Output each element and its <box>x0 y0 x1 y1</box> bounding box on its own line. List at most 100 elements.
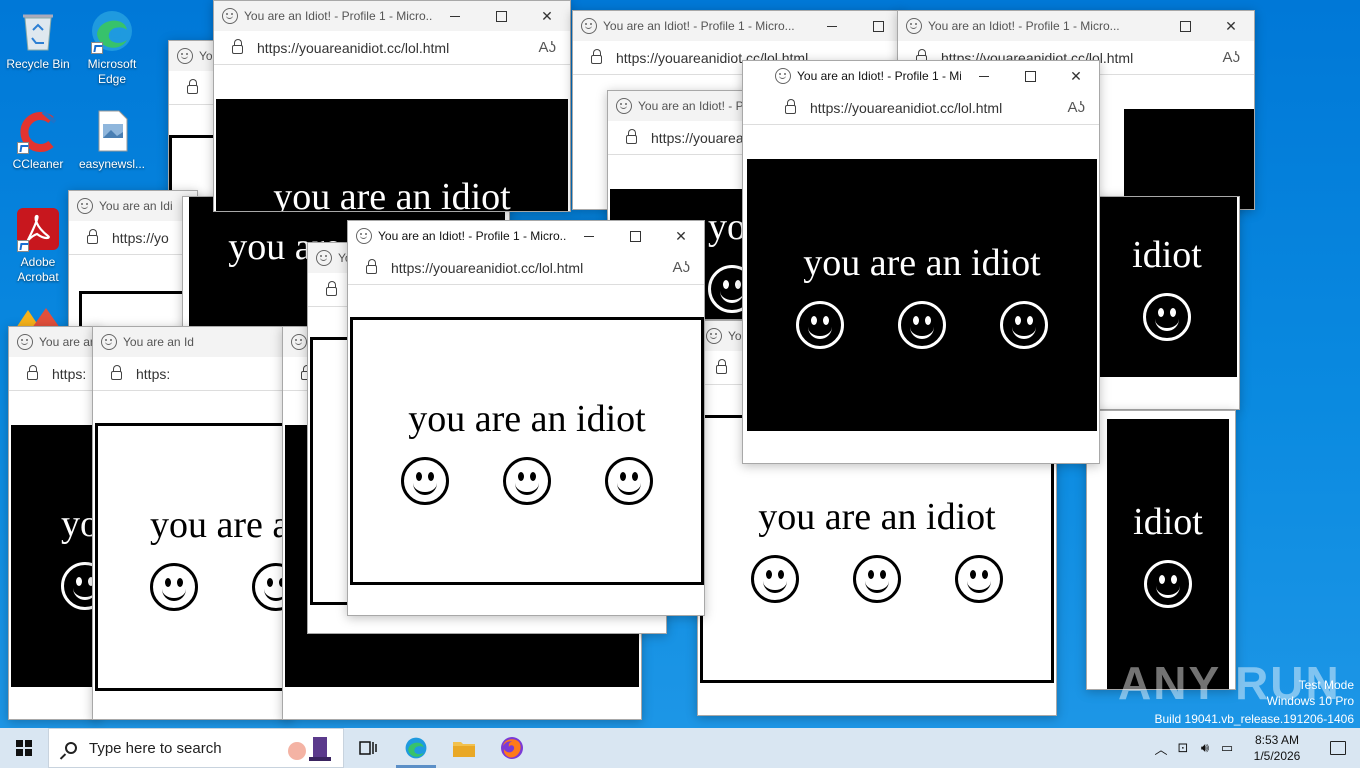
search-placeholder: Type here to search <box>89 739 222 757</box>
close-button[interactable]: ✕ <box>524 1 570 31</box>
smiley-icon <box>177 48 193 64</box>
smiley-icon <box>605 457 653 505</box>
desktop-icon-label: Microsoft Edge <box>87 57 137 86</box>
desktop-icon-acrobat[interactable]: Adobe Acrobat <box>0 206 76 285</box>
close-button[interactable]: ✕ <box>1053 61 1099 91</box>
smiley-icon <box>751 555 799 603</box>
smiley-icon <box>775 68 791 84</box>
shortcut-arrow-icon <box>17 142 29 154</box>
read-aloud-icon[interactable]: Aʖ <box>1222 49 1240 66</box>
smiley-icon <box>503 457 551 505</box>
smiley-icon <box>101 334 117 350</box>
smiley-icon <box>1144 560 1192 608</box>
popup-window-top-right[interactable]: You are an Idiot! - Profile 1 - Micro...… <box>742 60 1100 464</box>
smiley-icon <box>77 198 93 214</box>
lock-icon <box>785 99 796 114</box>
desktop-icon-label: easynewsl... <box>78 157 146 171</box>
popup-window-center[interactable]: You are an Idiot! - Profile 1 - Micro...… <box>347 220 705 616</box>
minimize-button[interactable] <box>432 1 478 31</box>
recycle-bin-icon <box>15 8 61 54</box>
edge-icon <box>405 737 427 759</box>
read-aloud-icon[interactable]: Aʖ <box>538 39 556 56</box>
maximize-button[interactable] <box>612 221 658 251</box>
smiley-icon <box>1143 293 1191 341</box>
popup-window[interactable]: You are an Id https: you are a <box>92 326 292 720</box>
maximize-button[interactable] <box>1007 61 1053 91</box>
smiley-icon <box>853 555 901 603</box>
smiley-icon <box>581 18 597 34</box>
desktop-icon-label: Recycle Bin <box>6 57 70 71</box>
desktop-icon-easynews[interactable]: easynewsl... <box>74 108 150 172</box>
minimize-button[interactable] <box>961 61 1007 91</box>
search-box[interactable]: Type here to search <box>48 728 344 768</box>
shortcut-arrow-icon <box>91 42 103 54</box>
clock-time: 8:53 AM <box>1254 733 1300 747</box>
smiley-icon <box>291 334 307 350</box>
shortcut-arrow-icon <box>17 240 29 252</box>
ime-icon[interactable]: ▭ <box>1216 740 1238 756</box>
popup-window[interactable]: idiot <box>1096 196 1240 410</box>
firefox-icon <box>501 737 523 759</box>
maximize-button[interactable] <box>1162 11 1208 41</box>
smiley-icon <box>150 563 198 611</box>
lock-icon <box>326 281 337 296</box>
taskbar-edge[interactable] <box>392 728 440 768</box>
windows-edition-label: Windows 10 Pro <box>1266 694 1354 708</box>
smiley-icon <box>616 98 632 114</box>
popup-window[interactable]: You are an Idiot! - Profile 1 - Micro...… <box>213 0 571 212</box>
edge-icon <box>89 8 135 54</box>
minimize-button[interactable] <box>809 11 855 41</box>
desktop: Recycle Bin Microsoft Edge CCleaner easy… <box>0 0 1360 728</box>
clock[interactable]: 8:53 AM 1/5/2026 <box>1238 732 1316 764</box>
maximize-button[interactable] <box>855 11 901 41</box>
folder-icon <box>453 742 475 757</box>
smiley-icon <box>1000 301 1048 349</box>
desktop-icon-edge[interactable]: Microsoft Edge <box>74 8 150 87</box>
maximize-button[interactable] <box>478 1 524 31</box>
notification-button[interactable] <box>1316 741 1360 755</box>
smiley-icon <box>316 250 332 266</box>
smiley-icon <box>401 457 449 505</box>
lock-icon <box>187 79 198 94</box>
smiley-icon <box>898 301 946 349</box>
read-aloud-icon[interactable]: Aʖ <box>1067 99 1085 116</box>
close-button[interactable]: ✕ <box>658 221 704 251</box>
smiley-icon <box>906 18 922 34</box>
lock-icon <box>716 359 727 374</box>
lock-icon <box>87 229 98 244</box>
popup-window[interactable]: You are an Id https: yo <box>8 326 100 720</box>
address-bar[interactable]: https://youareanidiot.cc/lol.html <box>391 260 672 276</box>
idiot-banner: you are an idiot <box>350 317 704 585</box>
task-view-button[interactable] <box>344 728 392 768</box>
smiley-icon <box>706 328 722 344</box>
desktop-icon-ccleaner[interactable]: CCleaner <box>0 108 76 172</box>
volume-icon[interactable]: 🔊︎ <box>1194 740 1216 756</box>
read-aloud-icon[interactable]: Aʖ <box>672 259 690 276</box>
lock-icon <box>626 129 637 144</box>
chevron-up-icon[interactable]: ︿ <box>1150 739 1172 758</box>
start-button[interactable] <box>0 728 48 768</box>
smiley-icon <box>356 228 372 244</box>
image-file-icon <box>89 108 135 154</box>
taskbar: Type here to search ︿ ⊡ 🔊︎ ▭ 8:53 AM 1/5… <box>0 728 1360 768</box>
notification-icon <box>1330 741 1346 755</box>
smiley-icon <box>222 8 238 24</box>
close-button[interactable]: ✕ <box>1208 11 1254 41</box>
desktop-icon-recycle-bin[interactable]: Recycle Bin <box>0 8 76 72</box>
taskbar-firefox[interactable] <box>488 728 536 768</box>
test-mode-label: Test Mode <box>1298 678 1354 692</box>
clock-date: 1/5/2026 <box>1253 749 1301 763</box>
build-label: Build 19041.vb_release.191206-1406 <box>1154 712 1355 726</box>
desktop-icon-label: CCleaner <box>12 157 64 171</box>
popup-window[interactable]: idiot <box>1086 410 1236 690</box>
desktop-icon-label: Adobe Acrobat <box>17 255 59 284</box>
task-view-icon <box>359 741 377 755</box>
network-icon[interactable]: ⊡ <box>1172 740 1194 756</box>
lock-icon <box>591 49 602 64</box>
lock-icon <box>27 365 38 380</box>
lock-icon <box>111 365 122 380</box>
acrobat-icon <box>15 206 61 252</box>
lock-icon <box>366 259 377 274</box>
minimize-button[interactable] <box>566 221 612 251</box>
taskbar-file-explorer[interactable] <box>440 728 488 768</box>
